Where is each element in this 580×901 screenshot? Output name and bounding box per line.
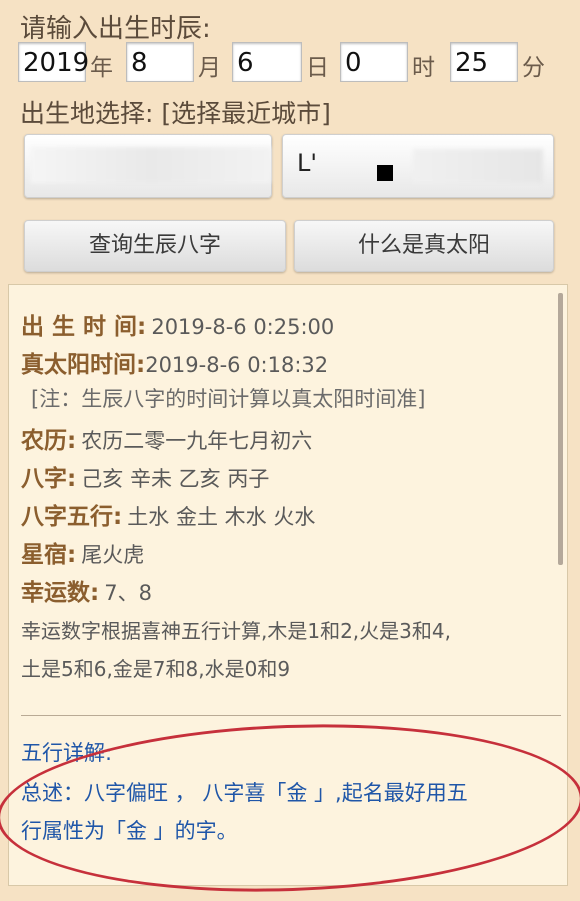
wuxing-value: 土水 金土 木水 火水: [127, 505, 316, 529]
wuxing-label: 八字五行:: [21, 504, 123, 530]
xingsu-row: 星宿: 尾火虎: [21, 535, 144, 569]
lunar-label: 农历:: [21, 428, 77, 454]
choose-nearest-city-link[interactable]: [选择最近城市]: [161, 99, 331, 128]
minute-unit: 分: [522, 55, 545, 81]
query-bazi-button[interactable]: 查询生辰八字: [24, 220, 286, 272]
prompt-title: 请输入出生时辰:: [20, 14, 211, 44]
month-unit: 月: [198, 55, 221, 81]
bazi-row: 八字: 己亥 辛未 乙亥 丙子: [21, 459, 269, 493]
xingsu-value: 尾火虎: [81, 543, 145, 567]
lucky-desc-line-2: 土是5和6,金是7和8,水是0和9: [21, 657, 291, 681]
blurred-region: [31, 147, 271, 183]
bazi-label: 八字:: [21, 466, 77, 492]
result-panel: 出 生 时 间: 2019-8-6 0:25:00 真太阳时间:2019-8-6…: [0, 284, 580, 901]
location-row: 出生地选择: [选择最近城市]: [20, 94, 331, 130]
hour-unit: 时: [412, 55, 435, 81]
location-label: 出生地选择:: [20, 99, 154, 128]
day-unit: 日: [306, 55, 329, 81]
lucky-number-value: 7、8: [104, 581, 153, 605]
true-sun-row: 真太阳时间:2019-8-6 0:18:32: [21, 345, 328, 379]
scrollbar[interactable]: [558, 293, 563, 565]
wuxing-row: 八字五行: 土水 金土 木水 火水: [21, 497, 315, 531]
year-unit: 年: [90, 55, 113, 81]
minute-input[interactable]: 25: [450, 42, 518, 82]
what-is-true-sun-button[interactable]: 什么是真太阳: [294, 220, 554, 272]
province-selector[interactable]: [24, 134, 272, 198]
month-input[interactable]: 8: [126, 42, 194, 82]
blurred-region: [413, 149, 543, 183]
lunar-row: 农历: 农历二零一九年七月初六: [21, 421, 312, 455]
hour-input[interactable]: 0: [340, 42, 408, 82]
birth-time-value: 2019-8-6 0:25:00: [151, 315, 335, 339]
lunar-value: 农历二零一九年七月初六: [81, 429, 313, 453]
lucky-desc-line-1: 幸运数字根据喜神五行计算,木是1和2,火是3和4,: [21, 619, 451, 643]
true-sun-value: 2019-8-6 0:18:32: [145, 353, 329, 377]
datetime-input-row: 2019 年 8 月 6 日 0 时 25 分: [18, 42, 578, 86]
bazi-value: 己亥 辛未 乙亥 丙子: [81, 467, 270, 491]
year-input[interactable]: 2019: [18, 42, 89, 82]
city-selector[interactable]: L': [282, 134, 554, 198]
note-text: [注：生辰八字的时间计算以真太阳时间准]: [31, 387, 426, 411]
day-input[interactable]: 6: [232, 42, 302, 82]
xingsu-label: 星宿:: [21, 542, 77, 568]
birth-time-row: 出 生 时 间: 2019-8-6 0:25:00: [21, 307, 334, 341]
section-divider: [21, 715, 561, 716]
birth-time-label: 出 生 时 间:: [21, 314, 147, 340]
true-sun-label: 真太阳时间:: [21, 352, 146, 378]
city-selector-text: L': [297, 149, 317, 177]
lucky-number-row: 幸运数: 7、8: [21, 573, 152, 607]
black-square-icon: [377, 165, 393, 181]
lucky-number-label: 幸运数:: [21, 580, 100, 606]
